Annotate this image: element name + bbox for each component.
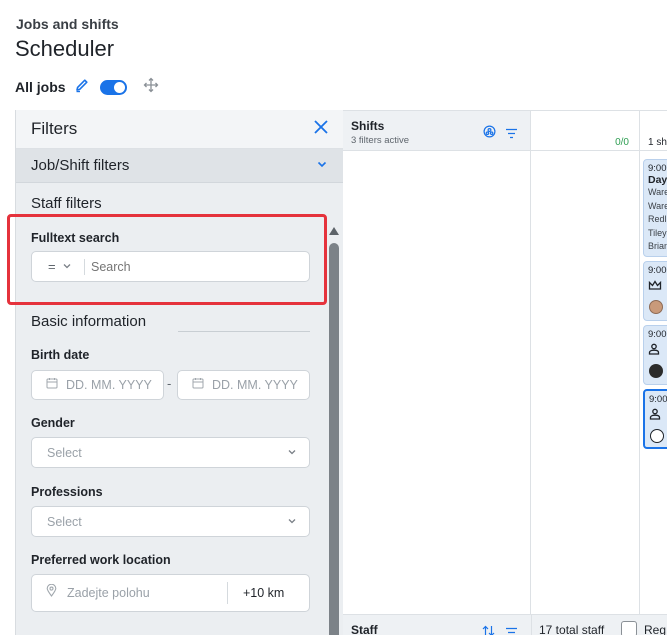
shift-line: Brian [648,241,667,251]
shift-time: 9:00 [648,329,667,340]
page-title: Scheduler [15,36,115,61]
radius-select[interactable]: +10 km [243,586,284,600]
chevron-down-icon [287,513,297,531]
empty-avatar-slot[interactable] [650,429,664,443]
shifts-header: Shifts 3 filters active [343,111,531,151]
shift-time: 9:00 [649,394,667,405]
sort-icon[interactable] [482,624,495,635]
staff-bar: Staff 17 total staff Reg [343,614,667,635]
preferred-location-label: Preferred work location [31,553,171,567]
view-selector: All jobs [15,76,159,98]
shift-card[interactable]: 9:00 Day Ware Ware Redl Tiley Brian [643,159,667,257]
shifts-column [343,151,531,616]
total-staff-text: 17 total staff [539,623,604,635]
preferred-location-box: Zadejte polohu +10 km [31,574,310,612]
person-icon [648,342,667,360]
shift-name: Day [648,174,667,186]
avatar [649,364,663,378]
staff-label: Staff [351,623,378,635]
total-staff-value: 17 total staff [539,623,605,635]
toggle-knob [113,81,125,93]
divider [227,582,228,604]
gender-label: Gender [31,416,75,430]
filters-panel: Filters Job/Shift filters Staff filters … [15,110,343,635]
shift-card[interactable]: 9:00 [643,261,667,321]
shift-time: 9:00 [648,265,667,276]
schedule-grid: Shifts 3 filters active 0/0 1 sh 9:00 Da… [343,110,667,635]
pencil-icon[interactable] [74,77,90,98]
job-shift-filters-label: Job/Shift filters [31,157,130,174]
day-header-next: 1 sh [640,111,667,151]
registered-checkbox[interactable] [621,621,637,635]
shift-card[interactable]: 9:00 [643,325,667,385]
close-icon[interactable] [313,119,329,140]
divider [531,615,532,635]
person-icon [649,407,667,425]
day-count: 0/0 [615,137,629,148]
chevron-down-icon [316,157,328,175]
settings-icon[interactable] [483,125,496,143]
scrollbar-thumb[interactable] [329,243,339,635]
birth-date-from[interactable]: DD. MM. YYYY [31,370,164,400]
gender-select[interactable]: Select [31,437,310,468]
registered-label: Reg [644,623,667,635]
move-icon[interactable] [143,77,159,98]
day-column [531,151,640,616]
divider [178,331,310,332]
chevron-down-icon [287,444,297,462]
shifts-title: Shifts [351,119,385,133]
professions-label: Professions [31,485,103,499]
filter-icon[interactable] [505,625,518,635]
birth-date-label: Birth date [31,348,90,362]
view-toggle[interactable] [99,79,127,95]
filters-title: Filters [31,119,78,138]
date-range-separator: - [167,376,172,391]
day-shift-count: 1 sh [648,137,667,148]
filters-header: Filters [16,110,343,149]
job-shift-filters-section[interactable]: Job/Shift filters [16,149,343,183]
breadcrumb: Jobs and shifts [16,16,119,32]
shift-line: Tiley [648,227,667,238]
location-pin-icon [46,583,57,602]
shift-line: Ware [648,200,667,211]
filters-active-text: 3 filters active [351,135,410,146]
day-header: 0/0 [531,111,640,151]
avatar [649,300,663,314]
basic-info-title: Basic information [31,313,147,330]
crown-icon [648,278,667,296]
highlight-box [7,214,327,305]
professions-select[interactable]: Select [31,506,310,537]
filter-icon[interactable] [505,126,518,144]
calendar-icon [192,376,204,394]
location-input[interactable]: Zadejte polohu [67,586,227,600]
birth-date-from-placeholder: DD. MM. YYYY [66,378,152,392]
birth-date-to[interactable]: DD. MM. YYYY [177,370,310,400]
shift-card-selected[interactable]: 9:00 [643,389,667,449]
calendar-icon [46,376,58,394]
view-label: All jobs [15,79,66,95]
gender-placeholder: Select [47,445,82,460]
staff-filters-title: Staff filters [31,195,102,212]
shift-line: Ware [648,187,667,197]
shift-line: Redl [648,214,667,224]
scroll-up-arrow[interactable] [329,227,339,235]
shift-time: 9:00 [648,163,667,174]
professions-placeholder: Select [47,514,82,529]
birth-date-to-placeholder: DD. MM. YYYY [212,378,298,392]
